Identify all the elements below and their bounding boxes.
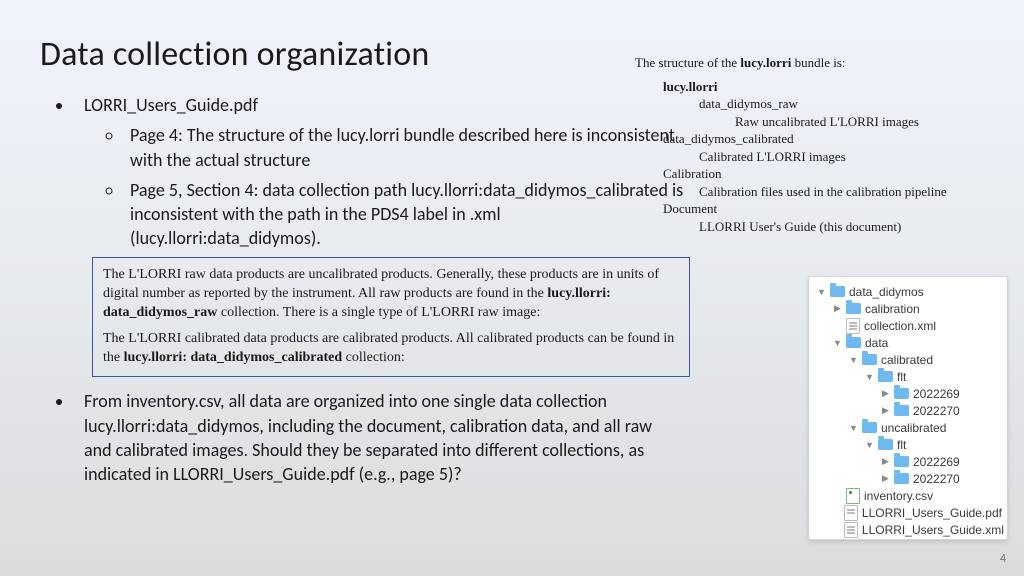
bundle-r1: data_didymos_raw [635, 95, 1005, 113]
bundle-intro: The structure of the lucy.lorri bundle i… [635, 54, 1005, 72]
tree-label: LLORRI_Users_Guide.pdf [862, 506, 1002, 520]
xml-file-icon [844, 522, 858, 538]
tree-row-2022269-1: ▶ 2022269 [809, 385, 1007, 402]
folder-icon [846, 337, 861, 348]
bundle-structure-snippet: The structure of the lucy.lorri bundle i… [635, 54, 1005, 235]
tree-label: data [865, 336, 888, 350]
folder-icon [862, 422, 877, 433]
slide: Data collection organization LORRI_Users… [0, 0, 1024, 576]
disclosure-right-icon: ▶ [881, 388, 890, 399]
doc-excerpt-box: The L'LORRI raw data products are uncali… [92, 257, 690, 377]
tree-label: 2022270 [913, 404, 960, 418]
bullet-1b: Page 5, Section 4: data collection path … [124, 178, 690, 251]
tree-row-2022270-2: ▶ 2022270 [809, 470, 1007, 487]
disclosure-down-icon: ▼ [865, 440, 874, 450]
bullet-2: From inventory.csv, all data are organiz… [74, 389, 664, 486]
disclosure-down-icon: ▼ [817, 287, 826, 297]
bullet-1-text: LORRI_Users_Guide.pdf [84, 94, 258, 116]
bullet-list: LORRI_Users_Guide.pdf Page 4: The struct… [40, 93, 690, 251]
spacer-icon: ▶ [833, 490, 842, 501]
tree-row-collection-xml: ▶ collection.xml [809, 317, 1007, 334]
tree-label: 2022270 [913, 472, 960, 486]
tree-label: calibrated [881, 353, 933, 367]
tree-label: uncalibrated [881, 421, 946, 435]
spacer-icon: ▶ [833, 320, 842, 331]
disclosure-down-icon: ▼ [833, 338, 842, 348]
excerpt-p2-post: collection: [342, 350, 405, 365]
excerpt-para-2: The L'LORRI calibrated data products are… [103, 330, 679, 368]
tree-label: flt [897, 438, 906, 452]
pdf-file-icon [844, 505, 858, 521]
spacer-icon: ▶ [833, 524, 840, 535]
disclosure-right-icon: ▶ [833, 303, 842, 314]
bundle-r4-desc: LLORRI User's Guide (this document) [635, 218, 1005, 236]
tree-label: inventory.csv [864, 489, 933, 503]
bundle-intro-post: bundle is: [791, 55, 845, 70]
folder-icon [862, 354, 877, 365]
disclosure-right-icon: ▶ [881, 456, 890, 467]
folder-icon [894, 456, 909, 467]
folder-icon [894, 473, 909, 484]
excerpt-para-1: The L'LORRI raw data products are uncali… [103, 266, 679, 323]
tree-label: flt [897, 370, 906, 384]
file-tree-panel: ▼ data_didymos ▶ calibration ▶ collection.x… [808, 276, 1008, 540]
tree-label: collection.xml [864, 319, 936, 333]
spacer-icon: ▶ [833, 507, 840, 518]
bundle-intro-pre: The structure of the [635, 55, 740, 70]
folder-icon [878, 439, 893, 450]
folder-icon [878, 371, 893, 382]
bundle-r3-desc: Calibration files used in the calibratio… [635, 183, 1005, 201]
bundle-r2: data_didymos_calibrated [635, 130, 1005, 148]
tree-row-calibration: ▶ calibration [809, 300, 1007, 317]
bundle-root: lucy.llorri [663, 79, 718, 94]
left-column: LORRI_Users_Guide.pdf Page 4: The struct… [40, 93, 690, 492]
disclosure-right-icon: ▶ [881, 405, 890, 416]
tree-label: 2022269 [913, 387, 960, 401]
tree-row-calibrated: ▼ calibrated [809, 351, 1007, 368]
tree-row-guide-pdf: ▶ LLORRI_Users_Guide.pdf [809, 504, 1007, 521]
folder-icon [894, 405, 909, 416]
tree-row-guide-xml: ▶ LLORRI_Users_Guide.xml [809, 521, 1007, 538]
bundle-r4: Document [635, 200, 1005, 218]
bundle-r2-desc: Calibrated L'LORRI images [635, 148, 1005, 166]
disclosure-down-icon: ▼ [865, 372, 874, 382]
folder-icon [894, 388, 909, 399]
tree-row-flt-1: ▼ flt [809, 368, 1007, 385]
tree-label: data_didymos [849, 285, 924, 299]
bundle-r1-desc: Raw uncalibrated L'LORRI images [635, 113, 1005, 131]
disclosure-right-icon: ▶ [881, 473, 890, 484]
folder-icon [830, 286, 845, 297]
bullet-1a: Page 4: The structure of the lucy.lorri … [124, 123, 690, 172]
csv-file-icon [846, 488, 860, 504]
folder-icon [846, 303, 861, 314]
sub-bullet-list: Page 4: The structure of the lucy.lorri … [84, 123, 690, 250]
tree-row-data_didymos: ▼ data_didymos [809, 283, 1007, 300]
page-number: 4 [1000, 552, 1006, 566]
disclosure-down-icon: ▼ [849, 355, 858, 365]
tree-row-2022270-1: ▶ 2022270 [809, 402, 1007, 419]
bullet-1: LORRI_Users_Guide.pdf Page 4: The struct… [74, 93, 690, 251]
tree-row-2022269-2: ▶ 2022269 [809, 453, 1007, 470]
tree-label: calibration [865, 302, 920, 316]
tree-row-data: ▼ data [809, 334, 1007, 351]
tree-label: 2022269 [913, 455, 960, 469]
excerpt-p2-bold: lucy.llorri: data_didymos_calibrated [124, 350, 343, 365]
bullet-list-2: From inventory.csv, all data are organiz… [40, 389, 664, 486]
tree-row-inventory: ▶ inventory.csv [809, 487, 1007, 504]
bundle-r3: Calibration [635, 165, 1005, 183]
xml-file-icon [846, 318, 860, 334]
tree-row-flt-2: ▼ flt [809, 436, 1007, 453]
excerpt-p1-post: collection. There is a single type of L'… [217, 305, 540, 320]
bundle-intro-bold: lucy.lorri [740, 55, 791, 70]
tree-label: LLORRI_Users_Guide.xml [862, 523, 1004, 537]
disclosure-down-icon: ▼ [849, 423, 858, 433]
tree-row-uncalibrated: ▼ uncalibrated [809, 419, 1007, 436]
